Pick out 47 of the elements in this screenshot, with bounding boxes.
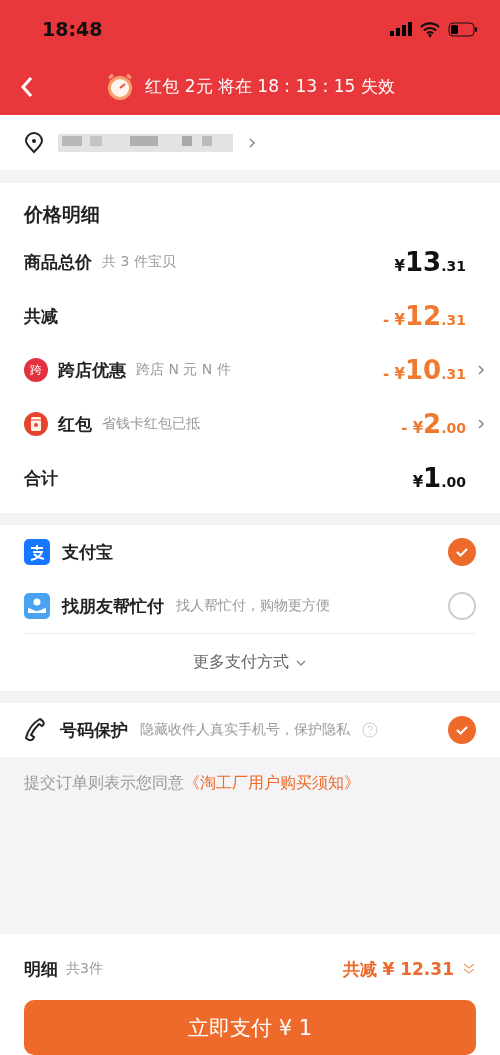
total-saving: 共减 ¥ 12.31 — [342, 957, 454, 981]
price-amount: - ¥2.00 — [401, 409, 466, 439]
price-amount: - ¥10.31 — [383, 355, 466, 385]
payment-name: 找朋友帮忙付 — [62, 594, 164, 618]
price-amount: ¥1.00 — [412, 463, 466, 493]
phone-protection-label: 号码保护 — [60, 718, 128, 742]
price-amount: - ¥12.31 — [383, 301, 466, 331]
radio-button[interactable] — [448, 592, 476, 620]
chevron-right-icon — [247, 135, 257, 150]
detail-label: 明细 — [24, 957, 58, 981]
chevron-left-icon — [20, 76, 34, 98]
battery-icon — [448, 21, 478, 37]
payment-name: 支付宝 — [62, 540, 113, 564]
price-label: 合计 — [24, 466, 58, 490]
price-label: 红包 — [58, 412, 92, 436]
expiry-countdown: 红包 2元 将在 18 : 13 : 15 失效 — [145, 75, 395, 98]
envelope-icon — [24, 412, 48, 436]
price-note: 跨店 N 元 N 件 — [136, 361, 231, 379]
price-note: 省钱卡红包已抵 — [102, 415, 200, 433]
price-detail-title: 价格明细 — [24, 202, 101, 227]
payment-logo-icon — [24, 539, 50, 565]
help-icon[interactable] — [362, 722, 378, 738]
payment-note: 找人帮忙付，购物更方便 — [176, 597, 330, 615]
radio-button[interactable] — [448, 538, 476, 566]
status-time: 18:48 — [42, 18, 103, 40]
phone-protection-note: 隐藏收件人真实手机号，保护隐私 — [140, 721, 350, 739]
price-amount: ¥13.31 — [394, 247, 466, 277]
pay-now-button[interactable]: 立即支付 ¥ 1 — [24, 1000, 476, 1055]
wifi-icon — [420, 21, 440, 37]
price-label: 共减 — [24, 304, 58, 328]
cross-store-badge: 跨 — [24, 358, 48, 382]
payment-option[interactable]: 找朋友帮忙付 找人帮忙付，购物更方便 — [24, 579, 476, 633]
chevron-down-icon — [295, 658, 307, 667]
double-chevron-down-icon[interactable] — [462, 962, 476, 976]
checkbox[interactable] — [448, 716, 476, 744]
checkmark-icon — [455, 724, 469, 736]
more-payment-button[interactable]: 更多支付方式 — [24, 633, 476, 691]
agreement-text: 提交订单则表示您同意 — [24, 773, 184, 792]
checkmark-icon — [455, 546, 469, 558]
signal-icon — [390, 22, 412, 36]
location-pin-icon — [24, 131, 44, 154]
price-label: 商品总价 — [24, 250, 92, 274]
phone-handset-icon — [24, 717, 48, 743]
price-note: 共 3 件宝贝 — [102, 253, 176, 271]
price-label: 跨店优惠 — [58, 358, 126, 382]
payment-option[interactable]: 支付宝 — [24, 525, 476, 579]
item-count: 共3件 — [66, 960, 103, 978]
